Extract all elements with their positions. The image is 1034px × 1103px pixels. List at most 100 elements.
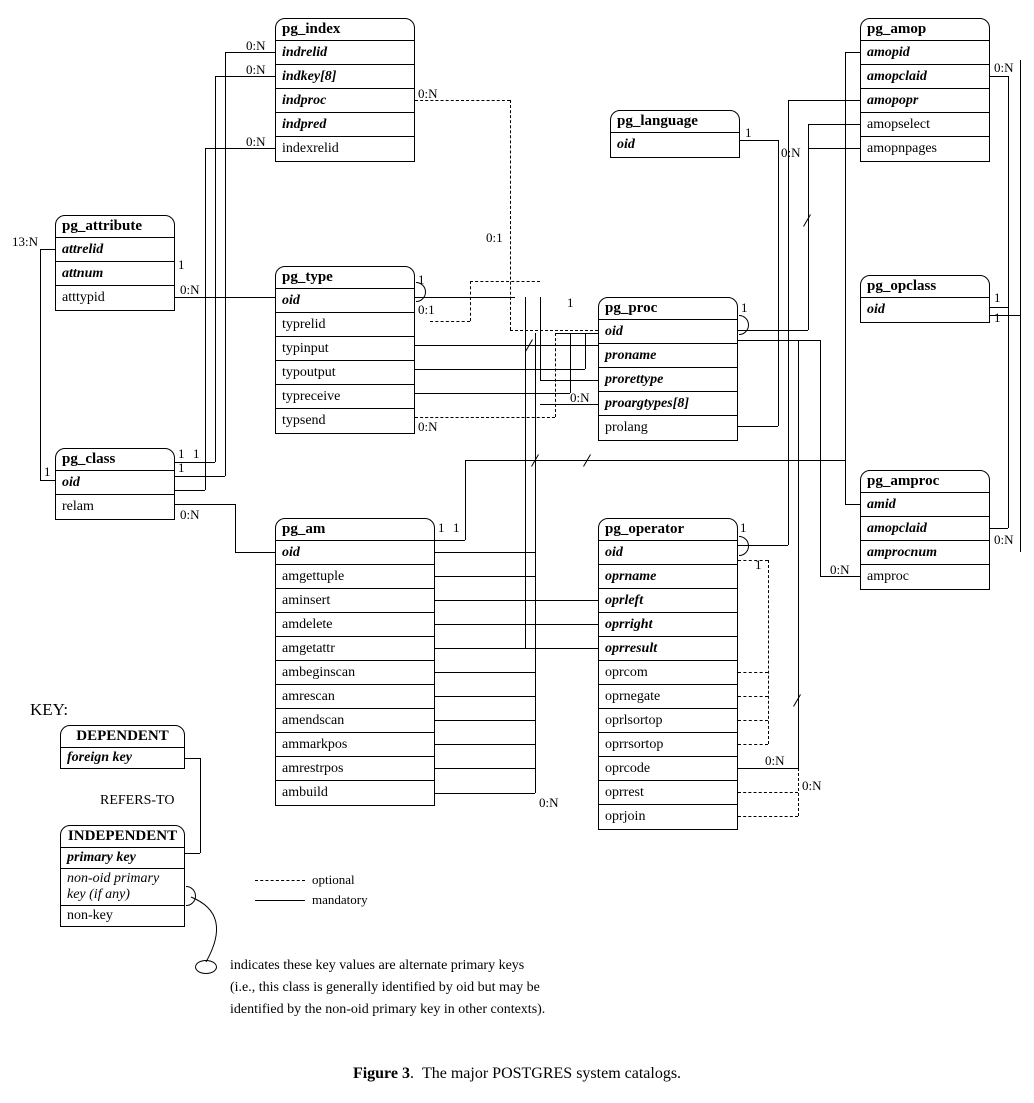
title-pg-attribute: pg_attribute [56,216,174,238]
card-label: 1 [745,125,752,141]
card-label: 1 [438,520,445,536]
conn [570,333,571,393]
card-label: 1 [755,557,762,573]
figure-caption: Figure 3. The major POSTGRES system cata… [0,1065,1034,1083]
conn-opt [430,321,470,322]
card-label: 0:1 [486,230,503,246]
key-dep-title: DEPENDENT [61,726,184,748]
attr-amid: amid [861,493,989,517]
key-ind-alt: non-oid primary [61,869,184,887]
attr-typoutput: typoutput [276,361,414,385]
conn [788,100,860,101]
card-label: 0:N [418,419,438,435]
entity-pg-type: pg_type oid typrelid typinput typoutput … [275,266,415,434]
entity-pg-amproc: pg_amproc amid amopclaid amprocnum ampro… [860,470,990,590]
attr-indexrelid: indexrelid [276,137,414,161]
card-label: 0:N [781,145,801,161]
conn [175,504,235,505]
attr-attrelid: attrelid [56,238,174,262]
title-pg-proc: pg_proc [599,298,737,320]
conn [415,297,515,298]
key-ind-title: INDEPENDENT [61,826,184,848]
attr-amopclaid: amopclaid [861,65,989,89]
attr-ambuild: ambuild [276,781,434,805]
attr-amopnpages: amopnpages [861,137,989,161]
conn [738,545,788,546]
key-note1: indicates these key values are alternate… [230,958,524,974]
attr-proname: proname [599,344,737,368]
attr-class-oid: oid [56,471,174,495]
attr-indkey: indkey[8] [276,65,414,89]
conn [525,600,598,601]
conn [465,460,466,540]
card-label: 1 [567,295,574,311]
card-label: 1 [994,290,1001,306]
conn [435,672,535,673]
attr-oprnegate: oprnegate [599,685,737,709]
attr-typinput: typinput [276,337,414,361]
conn [525,624,598,625]
conn [555,333,598,334]
entity-pg-opclass: pg_opclass oid [860,275,990,323]
conn [738,426,778,427]
conn [738,330,808,331]
conn [235,504,236,552]
conn [845,52,846,504]
card-label: 0:N [830,562,850,578]
card-label: 13:N [12,234,38,250]
slash [803,214,811,227]
title-pg-class: pg_class [56,449,174,471]
attr-proargtypes: proargtypes[8] [599,392,737,416]
conn-opt [510,330,598,331]
conn [778,140,779,426]
conn [40,249,55,250]
attr-amproc: amproc [861,565,989,589]
conn [415,369,585,370]
title-pg-operator: pg_operator [599,519,737,541]
conn [845,52,860,53]
attr-opclass-oid: oid [861,298,989,322]
conn-opt [415,417,555,418]
attr-amrestrpos: amrestrpos [276,757,434,781]
conn [235,552,275,553]
key-independent: INDEPENDENT primary key non-oid primary … [60,825,185,927]
slash [793,694,801,707]
title-pg-language: pg_language [611,111,739,133]
key-heading: KEY: [30,700,68,720]
conn-opt [738,792,798,793]
attr-aminsert: aminsert [276,589,434,613]
key-ind-alt2: key (if any) [61,887,184,906]
conn-opt [738,696,768,697]
card-label: 0:N [539,795,559,811]
card-label: 1 [178,257,185,273]
title-pg-opclass: pg_opclass [861,276,989,298]
card-label: 0:N [180,282,200,298]
attr-amdelete: amdelete [276,613,434,637]
attr-typsend: typsend [276,409,414,433]
attr-ammarkpos: ammarkpos [276,733,434,757]
conn [788,100,789,545]
entity-pg-am: pg_am oid amgettuple aminsert amdelete a… [275,518,435,806]
conn-opt [738,720,768,721]
conn [200,758,201,853]
card-label: 1 [44,464,51,480]
attr-oprname: oprname [599,565,737,589]
key-dep-fk: foreign key [61,748,184,768]
conn-opt [738,816,798,817]
conn [1008,76,1009,528]
conn [540,297,541,380]
conn [215,76,216,462]
attr-relam: relam [56,495,174,519]
card-label: 0:N [246,62,266,78]
attr-ambeginscan: ambeginscan [276,661,434,685]
attr-pgtype-oid: oid [276,289,414,313]
card-label: 1 [740,520,747,536]
key-note2: (i.e., this class is generally identifie… [230,980,540,996]
attr-lang-oid: oid [611,133,739,157]
conn [435,696,535,697]
attr-oprleft: oprleft [599,589,737,613]
attr-oprrest: oprrest [599,781,737,805]
attr-amgettuple: amgettuple [276,565,434,589]
attr-oprrsortop: oprrsortop [599,733,737,757]
attr-attnum: attnum [56,262,174,286]
